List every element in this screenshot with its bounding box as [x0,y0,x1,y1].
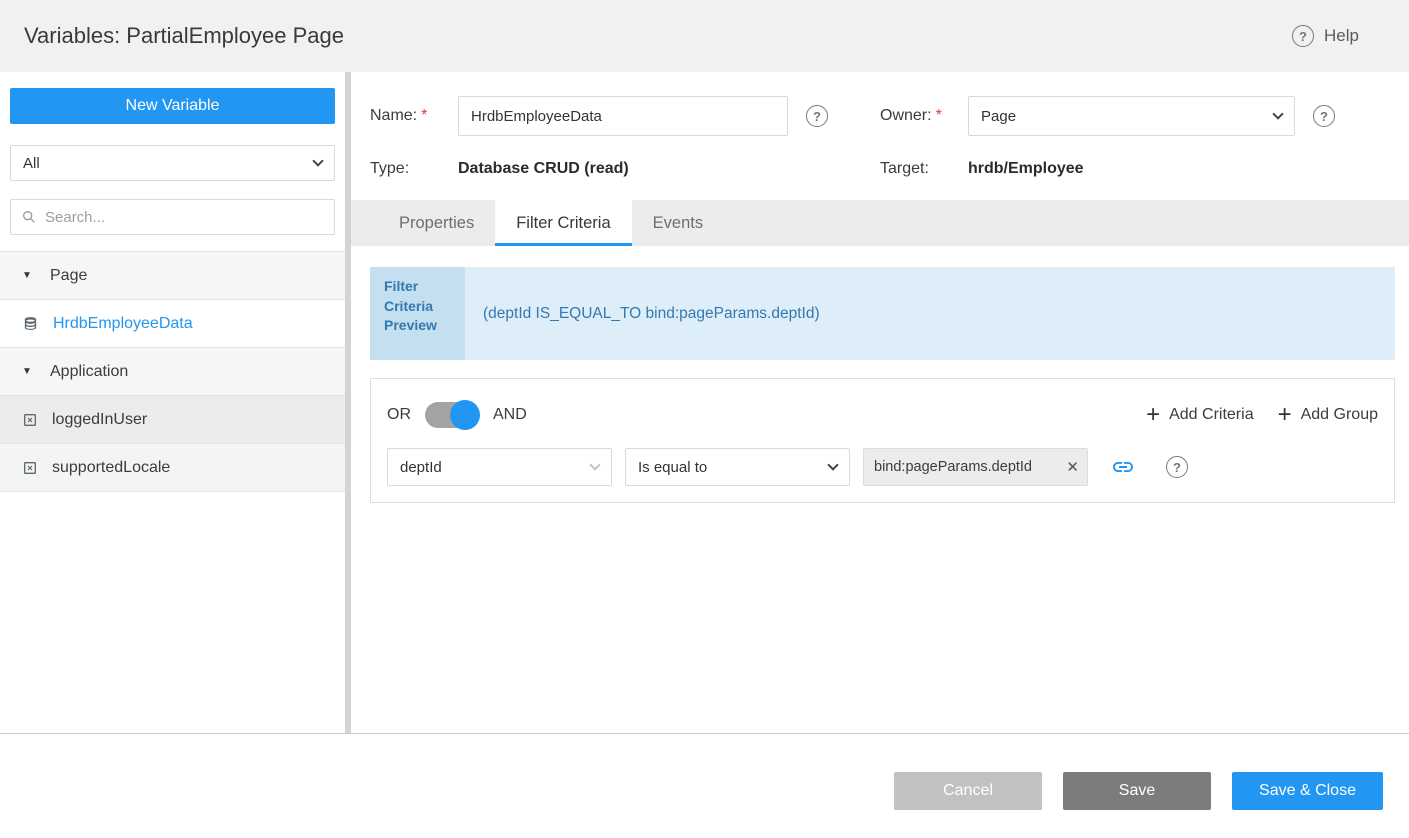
name-input[interactable] [458,96,788,136]
save-button[interactable]: Save [1063,772,1211,810]
chevron-down-icon [827,459,838,470]
field-select[interactable]: deptId [387,448,612,486]
cancel-button[interactable]: Cancel [894,772,1042,810]
chevron-down-icon [589,459,600,470]
page-title: Variables: PartialEmployee Page [24,23,344,49]
database-icon [22,315,39,332]
criteria-toolbar: OR AND + Add Criteria + Add Group [387,396,1378,434]
variable-filter-value: All [23,155,40,172]
help-icon: ? [1292,25,1314,47]
group-label: Application [50,363,128,381]
help-button[interactable]: ? Help [1292,25,1359,47]
add-criteria-button[interactable]: + Add Criteria [1146,405,1254,425]
tab-bar: Properties Filter Criteria Events [351,200,1409,246]
sidebar-item-hrdbemployeedata[interactable]: HrdbEmployeeData [0,300,345,348]
owner-label: Owner: [880,107,932,125]
type-value: Database CRUD (read) [458,160,629,178]
type-field-row: Type: Database CRUD (read) [370,160,880,178]
variable-item-label: supportedLocale [52,459,170,477]
sidebar-item-supportedlocale[interactable]: supportedLocale [0,444,345,492]
dialog-footer: Cancel Save Save & Close [0,733,1409,838]
name-field-row: Name: * ? [370,96,880,136]
toggle-knob [450,400,480,430]
tab-filter-criteria[interactable]: Filter Criteria [495,200,631,246]
criteria-panel: OR AND + Add Criteria + Add Group d [370,378,1395,503]
or-and-toggle[interactable] [425,402,479,428]
add-group-button[interactable]: + Add Group [1278,405,1378,425]
and-label: AND [493,406,527,424]
variable-filter-select[interactable]: All [10,145,335,181]
variable-item-label: loggedInUser [52,411,147,429]
target-value: hrdb/Employee [968,160,1084,178]
sidebar-controls: New Variable All [0,88,345,235]
required-marker: * [936,107,942,125]
filter-criteria-preview: Filter Criteria Preview (deptId IS_EQUAL… [370,267,1395,360]
name-label: Name: [370,107,417,125]
sidebar-item-loggedinuser[interactable]: loggedInUser [0,396,345,444]
search-box [10,199,335,235]
add-criteria-label: Add Criteria [1169,406,1253,424]
criteria-row: deptId Is equal to bind:pageParams.deptI… [387,448,1378,486]
variable-item-label: HrdbEmployeeData [53,315,193,333]
save-close-button[interactable]: Save & Close [1232,772,1383,810]
collapse-triangle-icon: ▼ [22,366,36,377]
variable-icon [22,460,38,476]
search-input[interactable] [45,209,324,226]
plus-icon: + [1146,405,1160,425]
bind-value-chip: bind:pageParams.deptId ✕ [863,448,1088,486]
dialog-header: Variables: PartialEmployee Page ? Help [0,0,1409,72]
variable-form: Name: * ? Owner: * Page ? [370,96,1395,178]
owner-field-row: Owner: * Page ? [880,96,1395,136]
collapse-triangle-icon: ▼ [22,270,36,281]
operator-value: Is equal to [638,459,707,476]
help-label: Help [1324,26,1359,46]
chevron-down-icon [1272,108,1283,119]
variable-icon [22,412,38,428]
add-group-label: Add Group [1301,406,1378,424]
name-help-icon[interactable]: ? [806,105,828,127]
tab-properties[interactable]: Properties [378,200,495,246]
required-marker: * [421,107,427,125]
criteria-help-icon[interactable]: ? [1166,456,1188,478]
variables-tree: ▼ Page HrdbEmployeeData ▼ Application lo… [0,251,345,492]
variables-sidebar: New Variable All ▼ Page HrdbEmployeeDat [0,72,345,733]
preview-label: Filter Criteria Preview [370,267,465,360]
variables-dialog: Variables: PartialEmployee Page ? Help N… [0,0,1409,838]
new-variable-button[interactable]: New Variable [10,88,335,124]
bind-link-icon[interactable] [1111,455,1135,479]
type-label: Type: [370,160,409,178]
tab-events[interactable]: Events [632,200,724,246]
chevron-down-icon [312,155,323,166]
sidebar-group-application[interactable]: ▼ Application [0,348,345,396]
owner-select[interactable]: Page [968,96,1295,136]
search-icon [21,209,37,225]
owner-value: Page [981,108,1016,125]
preview-expression: (deptId IS_EQUAL_TO bind:pageParams.dept… [465,267,1395,360]
clear-bind-icon[interactable]: ✕ [1066,458,1079,476]
dialog-body: New Variable All ▼ Page HrdbEmployeeDat [0,72,1409,733]
group-label: Page [50,267,87,285]
sidebar-group-page[interactable]: ▼ Page [0,252,345,300]
operator-select[interactable]: Is equal to [625,448,850,486]
owner-help-icon[interactable]: ? [1313,105,1335,127]
or-label: OR [387,406,411,424]
field-value: deptId [400,459,442,476]
target-label: Target: [880,160,929,178]
variable-editor: Name: * ? Owner: * Page ? [351,72,1409,733]
bind-value: bind:pageParams.deptId [874,459,1064,475]
plus-icon: + [1278,405,1292,425]
target-field-row: Target: hrdb/Employee [880,160,1395,178]
